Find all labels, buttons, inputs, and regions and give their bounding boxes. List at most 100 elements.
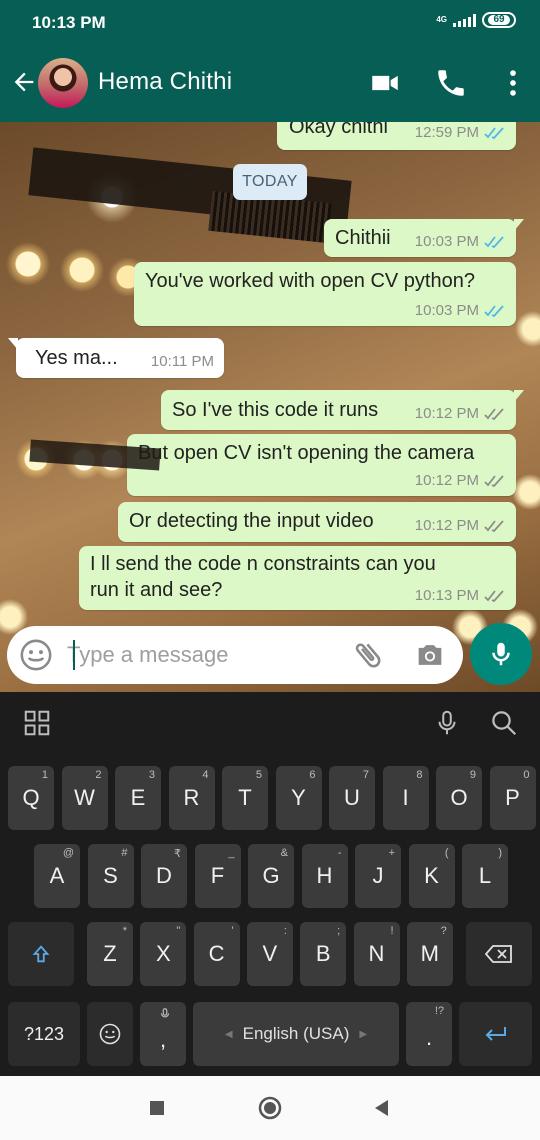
message-bubble-outgoing[interactable]: You've worked with open CV python? 10:03… bbox=[134, 262, 516, 326]
key-label: D bbox=[156, 863, 172, 888]
key-t[interactable]: 5T bbox=[222, 766, 268, 830]
key-b[interactable]: ; B bbox=[300, 922, 347, 986]
key-label: L bbox=[478, 863, 492, 888]
key-hint: 5 bbox=[255, 769, 262, 781]
recents-icon[interactable] bbox=[143, 1094, 171, 1122]
message-time: 10:03 PM bbox=[414, 233, 479, 250]
read-ticks-icon bbox=[484, 235, 504, 248]
message-bubble-outgoing[interactable]: Okay chithi 12:59 PM bbox=[277, 122, 516, 150]
key-i[interactable]: 8I bbox=[382, 766, 429, 830]
message-text: Yes ma... bbox=[35, 347, 118, 369]
more-options-icon[interactable] bbox=[496, 66, 530, 100]
key-q[interactable]: 1Q bbox=[8, 766, 54, 830]
shift-key[interactable] bbox=[8, 922, 74, 986]
key-label: U bbox=[344, 785, 360, 810]
attachment-icon[interactable] bbox=[351, 638, 385, 672]
key-hint: & bbox=[280, 847, 288, 859]
key-h[interactable]: -H bbox=[301, 844, 348, 908]
message-text: You've worked with open CV python? bbox=[145, 270, 475, 292]
key-hint: * bbox=[122, 925, 127, 937]
key-k[interactable]: (K bbox=[408, 844, 455, 908]
key-l[interactable]: ) L bbox=[462, 844, 508, 908]
message-bubble-outgoing[interactable]: Chithii 10:03 PM bbox=[324, 219, 524, 257]
key-m[interactable]: ? M bbox=[406, 922, 453, 986]
key-d[interactable]: ₹ D bbox=[141, 844, 187, 908]
space-key[interactable]: ◀ English (USA) ▶ bbox=[193, 1002, 399, 1066]
key-w[interactable]: 2W bbox=[61, 766, 108, 830]
camera-icon[interactable] bbox=[411, 638, 449, 672]
key-v[interactable]: :V bbox=[246, 922, 293, 986]
voice-input-icon[interactable] bbox=[432, 708, 462, 738]
message-text: So I've this code it runs bbox=[172, 399, 379, 421]
key-a[interactable]: @ A bbox=[34, 844, 80, 908]
message-time: 10:11 PM bbox=[150, 353, 214, 370]
key-label: M bbox=[420, 941, 439, 966]
key-o[interactable]: 9O bbox=[436, 766, 482, 830]
emoji-icon[interactable] bbox=[19, 638, 53, 672]
delivered-ticks-icon bbox=[484, 407, 504, 420]
video-call-icon[interactable] bbox=[368, 66, 402, 100]
message-bubble-outgoing[interactable]: But open CV isn't opening the camera 10:… bbox=[127, 434, 516, 496]
key-n[interactable]: ! N bbox=[353, 922, 400, 986]
key-hint: ! bbox=[390, 925, 394, 937]
comma-key[interactable]: , bbox=[140, 1002, 186, 1066]
backspace-key[interactable] bbox=[466, 922, 532, 986]
key-z[interactable]: * Z bbox=[87, 922, 133, 986]
key-u[interactable]: 7U bbox=[329, 766, 375, 830]
key-hint: 8 bbox=[416, 769, 423, 781]
apps-grid-icon[interactable] bbox=[22, 708, 52, 738]
enter-key[interactable] bbox=[459, 1002, 532, 1066]
bubble-tail bbox=[514, 219, 524, 231]
message-time: 10:13 PM bbox=[414, 587, 479, 604]
emoji-icon bbox=[99, 1023, 121, 1045]
key-r[interactable]: 4R bbox=[168, 766, 215, 830]
voice-record-button[interactable] bbox=[470, 623, 532, 685]
status-indicators: 4G 69 bbox=[436, 12, 516, 28]
message-time: 10:03 PM bbox=[414, 302, 479, 319]
date-chip: TODAY bbox=[233, 164, 307, 200]
key-label: K bbox=[424, 863, 439, 888]
key-c[interactable]: ' C bbox=[193, 922, 240, 986]
message-bubble-outgoing[interactable]: Or detecting the input video 10:12 PM bbox=[118, 502, 516, 542]
emoji-key[interactable] bbox=[87, 1002, 133, 1066]
key-hint: @ bbox=[62, 847, 74, 859]
key-x[interactable]: " X bbox=[140, 922, 187, 986]
key-label: F bbox=[210, 863, 225, 888]
symbols-key[interactable]: ?123 bbox=[8, 1002, 80, 1066]
key-hint: # bbox=[121, 847, 128, 859]
contact-name[interactable]: Hema Chithi bbox=[98, 68, 232, 96]
key-label: S bbox=[103, 863, 118, 888]
read-ticks-icon bbox=[484, 126, 504, 139]
search-icon[interactable] bbox=[489, 708, 519, 738]
message-text: But open CV isn't opening the camera bbox=[138, 442, 475, 464]
key-label: O bbox=[450, 785, 468, 810]
key-s[interactable]: # S bbox=[87, 844, 134, 908]
back-icon[interactable] bbox=[368, 1094, 396, 1122]
phone-icon[interactable] bbox=[434, 66, 468, 100]
message-bubble-incoming[interactable]: Yes ma... 10:11 PM bbox=[8, 338, 224, 378]
back-arrow-icon[interactable] bbox=[10, 68, 38, 96]
key-j[interactable]: + J bbox=[355, 844, 401, 908]
key-label: H bbox=[316, 863, 333, 888]
avatar[interactable] bbox=[38, 58, 88, 108]
shift-arrow-icon bbox=[32, 945, 50, 963]
home-icon[interactable] bbox=[256, 1094, 284, 1122]
enter-icon bbox=[485, 1027, 506, 1041]
message-bubble-outgoing[interactable]: I ll send the code n constraints can you… bbox=[79, 546, 516, 610]
key-hint: ? bbox=[440, 925, 447, 937]
period-key[interactable]: !? . bbox=[406, 1002, 452, 1066]
chat-area[interactable]: Okay chithi 12:59 PM TODAY Chithii 10:03… bbox=[0, 122, 540, 692]
language-next-icon: ▶ bbox=[359, 1028, 368, 1040]
message-bubble-outgoing[interactable]: So I've this code it runs 10:12 PM bbox=[161, 390, 524, 430]
key-label: A bbox=[49, 863, 65, 888]
key-f[interactable]: _ F bbox=[194, 844, 241, 908]
key-g[interactable]: & G bbox=[248, 844, 294, 908]
message-time: 10:12 PM bbox=[414, 472, 479, 489]
key-e[interactable]: 3E bbox=[115, 766, 161, 830]
key-p[interactable]: 0P bbox=[489, 766, 536, 830]
key-y[interactable]: 6Y bbox=[275, 766, 322, 830]
message-input[interactable] bbox=[67, 634, 347, 676]
key-label: P bbox=[505, 785, 520, 810]
message-meta: 12:59 PM bbox=[415, 124, 506, 141]
key-hint: 2 bbox=[95, 769, 102, 781]
